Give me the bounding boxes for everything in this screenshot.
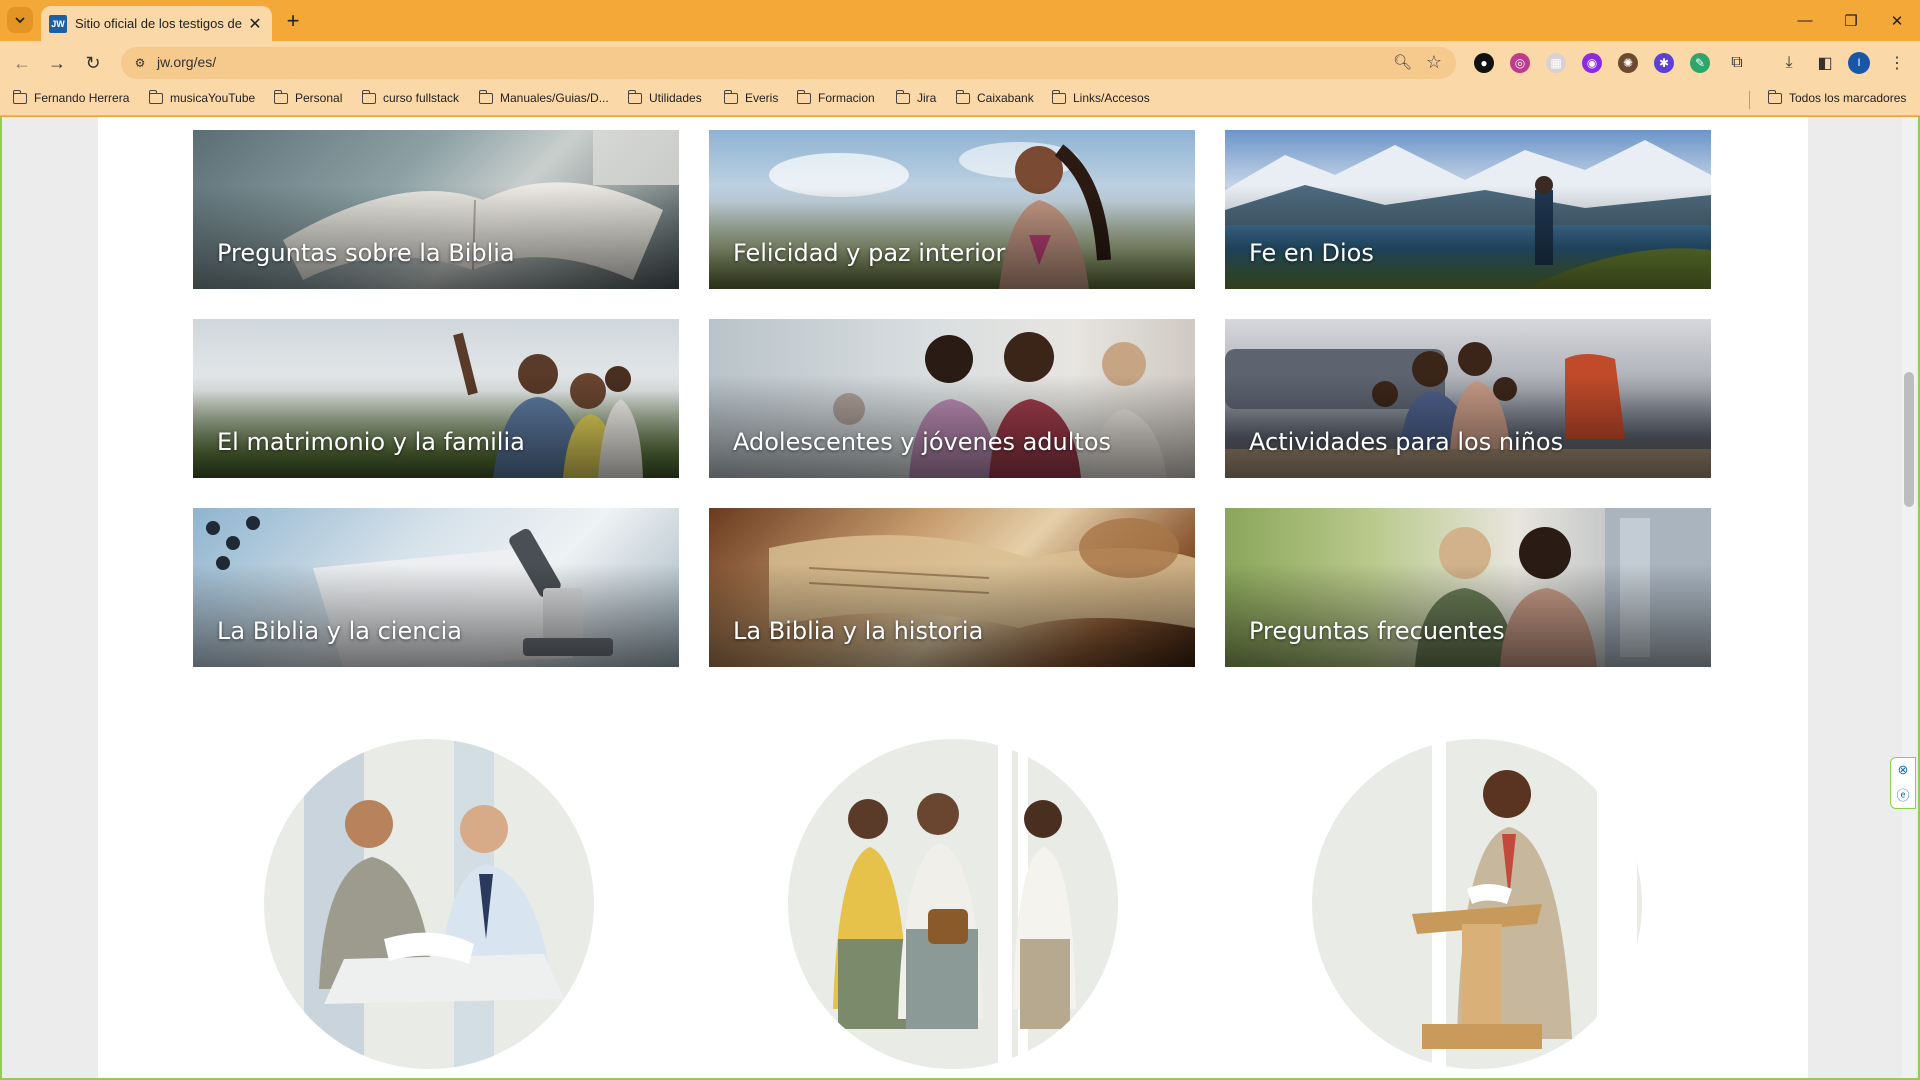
bookmark-folder[interactable]: curso fullstack (361, 89, 459, 105)
topic-card-label: Adolescentes y jóvenes adultos (733, 428, 1112, 456)
side-extension-widget: ⊗ ⓔ (1890, 757, 1916, 809)
folder-icon (1767, 89, 1782, 104)
folder-icon (627, 89, 642, 104)
new-tab-button[interactable]: + (280, 8, 306, 34)
page-content: Preguntas sobre la Biblia Felicidad y pa… (98, 117, 1808, 1078)
page-viewport: Preguntas sobre la Biblia Felicidad y pa… (0, 117, 1920, 1080)
extension-cookie-icon[interactable]: ✺ (1618, 53, 1638, 73)
bookmark-folder[interactable]: Jira (895, 89, 936, 105)
chevron-down-icon (15, 17, 25, 24)
bookmark-folder[interactable]: Everis (723, 89, 778, 105)
folder-icon (273, 89, 288, 104)
bookmark-folder[interactable]: Links/Accesos (1051, 89, 1150, 105)
folder-icon (895, 89, 910, 104)
zoom-icon[interactable]: 🔍︎ (1393, 53, 1412, 71)
folder-icon (12, 89, 27, 104)
topic-card-label: Actividades para los niños (1249, 428, 1564, 456)
profile-avatar[interactable]: I (1848, 52, 1870, 74)
topic-card-label: La Biblia y la historia (733, 617, 984, 645)
bookmark-folder[interactable]: Caixabank (955, 89, 1034, 105)
bookmark-folder[interactable]: Formacion (796, 89, 875, 105)
topic-card-bible-science[interactable]: La Biblia y la ciencia (193, 508, 679, 667)
extension-purple-icon[interactable]: ◉ (1582, 53, 1602, 73)
extension-brush-icon[interactable]: ✎ (1690, 53, 1710, 73)
meetings-illustration[interactable] (788, 739, 1118, 1069)
topic-card-label: Felicidad y paz interior (733, 239, 1006, 267)
topic-card-marriage-family[interactable]: El matrimonio y la familia (193, 319, 679, 478)
extension-circle-icon[interactable]: ● (1474, 53, 1494, 73)
bookmarks-separator (1749, 91, 1750, 109)
bookmark-folder[interactable]: musicaYouTube (148, 89, 255, 105)
bookmark-folder[interactable]: Fernando Herrera (12, 89, 129, 105)
side-panel-icon[interactable]: ◧ (1813, 51, 1837, 75)
minimize-button[interactable]: — (1782, 0, 1828, 41)
topic-card-teens-young-adults[interactable]: Adolescentes y jóvenes adultos (709, 319, 1195, 478)
close-tab-icon[interactable]: ✕ (246, 15, 264, 33)
vertical-scrollbar[interactable] (1902, 117, 1916, 1078)
extension-grid-icon[interactable]: ▦ (1546, 53, 1566, 73)
folder-icon (723, 89, 738, 104)
bookmark-folder[interactable]: Personal (273, 89, 342, 105)
close-window-button[interactable]: ✕ (1874, 0, 1920, 41)
folder-icon (478, 89, 493, 104)
back-button[interactable]: ← (8, 49, 36, 77)
bible-study-illustration[interactable] (264, 739, 594, 1069)
speaker-illustration[interactable] (1312, 739, 1642, 1069)
folder-icon (361, 89, 376, 104)
topic-card-label: Fe en Dios (1249, 239, 1374, 267)
topic-card-faith-in-god[interactable]: Fe en Dios (1225, 130, 1711, 289)
bookmark-folder[interactable]: Utilidades (627, 89, 702, 105)
all-bookmarks-folder[interactable]: Todos los marcadores (1767, 89, 1906, 105)
topic-card-kids-activities[interactable]: Actividades para los niños (1225, 319, 1711, 478)
download-icon[interactable]: ⤓ (1777, 51, 1801, 75)
site-info-icon[interactable]: ⚙ (131, 54, 149, 72)
extension-e-icon[interactable]: ⓔ (1891, 782, 1915, 806)
url-text: jw.org/es/ (157, 54, 217, 70)
tab-search-button[interactable] (7, 7, 33, 33)
jw-favicon-icon: JW (49, 14, 67, 33)
man-at-podium-illustration (1412, 739, 1637, 1069)
three-women-talking-illustration (833, 739, 1076, 1069)
topic-card-bible-questions[interactable]: Preguntas sobre la Biblia (193, 130, 679, 289)
active-tab[interactable]: JW Sitio oficial de los testigos de Je ✕ (41, 6, 272, 41)
topic-card-label: Preguntas sobre la Biblia (217, 239, 515, 267)
topic-card-label: Preguntas frecuentes (1249, 617, 1505, 645)
close-circle-icon[interactable]: ⊗ (1891, 758, 1915, 782)
topic-card-label: El matrimonio y la familia (217, 428, 525, 456)
restore-button[interactable]: ❐ (1828, 0, 1874, 41)
tab-strip: JW Sitio oficial de los testigos de Je ✕… (0, 0, 1920, 41)
topic-card-label: La Biblia y la ciencia (217, 617, 462, 645)
forward-button[interactable]: → (43, 49, 71, 77)
address-bar[interactable]: ⚙ jw.org/es/ 🔍︎ ☆ (121, 47, 1456, 79)
browser-toolbar: ← → ↻ ⚙ jw.org/es/ 🔍︎ ☆ ● ◎ ▦ ◉ ✺ ✱ ✎ ⧉ … (0, 41, 1920, 84)
extension-gear-icon[interactable]: ✱ (1654, 53, 1674, 73)
bookmark-folder[interactable]: Manuales/Guias/D... (478, 89, 609, 105)
topic-card-bible-history[interactable]: La Biblia y la historia (709, 508, 1195, 667)
window-controls: — ❐ ✕ (1782, 0, 1920, 41)
topic-card-faq[interactable]: Preguntas frecuentes (1225, 508, 1711, 667)
two-men-studying-illustration (304, 739, 564, 1069)
folder-icon (1051, 89, 1066, 104)
extensions-puzzle-icon[interactable]: ⧉ (1725, 51, 1749, 75)
bookmarks-bar: Fernando Herrera musicaYouTube Personal … (0, 84, 1920, 116)
extension-colorpicker-icon[interactable]: ◎ (1510, 53, 1530, 73)
folder-icon (148, 89, 163, 104)
scrollbar-thumb[interactable] (1904, 372, 1914, 507)
tab-title: Sitio oficial de los testigos de Je (75, 16, 242, 31)
folder-icon (955, 89, 970, 104)
topic-card-happiness[interactable]: Felicidad y paz interior (709, 130, 1195, 289)
folder-icon (796, 89, 811, 104)
menu-kebab-icon[interactable]: ⋮ (1885, 51, 1909, 75)
bookmark-star-icon[interactable]: ☆ (1426, 52, 1442, 73)
reload-button[interactable]: ↻ (79, 49, 107, 77)
